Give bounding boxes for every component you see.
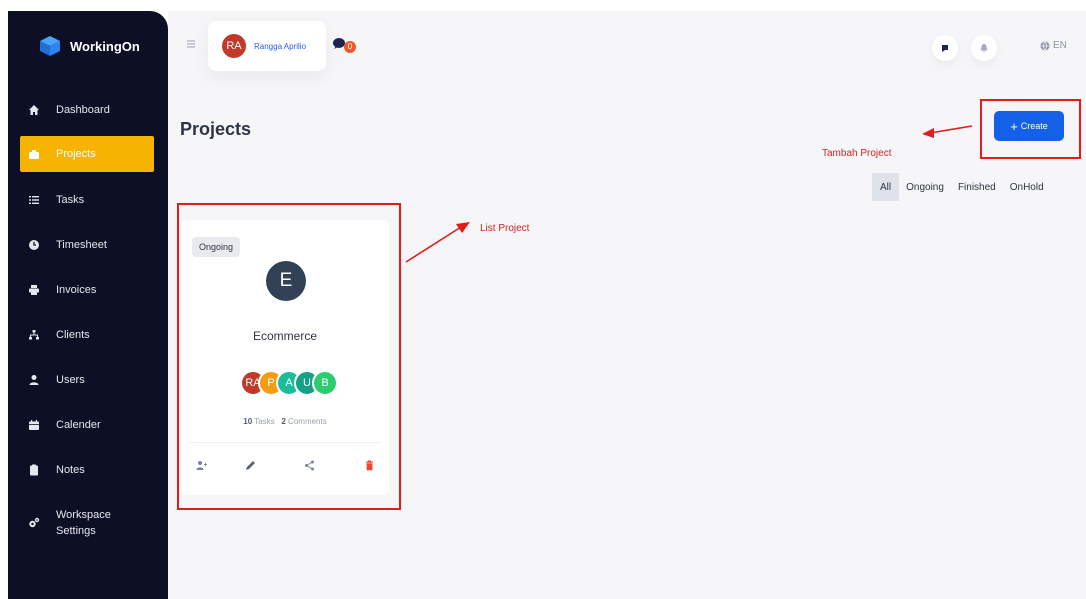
sidebar-item-label: Projects (56, 148, 96, 160)
sidebar-item-label: Dashboard (56, 103, 110, 116)
list-icon (28, 194, 40, 206)
bell-icon (980, 44, 988, 53)
sidebar-item-notes[interactable]: Notes (8, 447, 168, 492)
sidebar-item-label: Notes (56, 463, 85, 476)
hamburger-menu-icon[interactable] (186, 39, 196, 49)
topbar: RA Rangga Aprilio 0 EN (168, 11, 1086, 71)
clock-icon (28, 239, 40, 251)
sidebar-item-label-line1: Workspace (56, 508, 111, 521)
sidebar-item-projects[interactable]: Projects (20, 136, 154, 172)
globe-icon (1040, 40, 1050, 51)
notifications-button[interactable] (971, 35, 997, 61)
chat-indicator[interactable]: 0 (332, 37, 356, 56)
message-icon (942, 45, 948, 52)
sidebar-item-workspace-settings[interactable]: Workspace Settings (8, 492, 168, 554)
sidebar-item-invoices[interactable]: Invoices (8, 267, 168, 312)
sidebar-item-label: Tasks (56, 193, 85, 206)
sidebar-item-tasks[interactable]: Tasks (8, 177, 168, 222)
create-annotation-box (980, 99, 1081, 159)
briefcase-icon (28, 148, 40, 160)
create-annotation-label: Tambah Project (822, 148, 892, 159)
sidebar-nav: Dashboard Projects Tasks Timesheet Invoi… (8, 87, 168, 554)
cube-logo-icon (40, 36, 60, 56)
calendar-icon (28, 419, 40, 431)
sitemap-icon (28, 329, 40, 341)
sidebar-item-clients[interactable]: Clients (8, 312, 168, 357)
clipboard-icon (28, 464, 40, 476)
user-name: Rangga Aprilio (254, 41, 307, 51)
list-annotation-box (177, 203, 401, 510)
sidebar-item-calender[interactable]: Calender (8, 402, 168, 447)
sidebar-item-users[interactable]: Users (8, 357, 168, 402)
printer-icon (28, 284, 40, 296)
language-selector[interactable]: EN (1040, 40, 1067, 51)
user-icon (28, 374, 40, 386)
sidebar-item-label-line2: Settings (56, 525, 96, 537)
chat-count-badge: 0 (344, 40, 356, 53)
filter-tab-finished[interactable]: Finished (951, 173, 1003, 201)
page-title: Projects (180, 119, 252, 139)
project-filter-tabs: All Ongoing Finished OnHold (872, 173, 1051, 201)
language-code: EN (1053, 40, 1067, 51)
list-annotation-label: List Project (480, 223, 530, 234)
user-avatar: RA (222, 34, 246, 58)
home-icon (28, 104, 40, 116)
filter-tab-all[interactable]: All (872, 173, 900, 201)
sidebar-item-timesheet[interactable]: Timesheet (8, 222, 168, 267)
sidebar-item-label: Users (56, 373, 85, 386)
filter-tab-ongoing[interactable]: Ongoing (899, 173, 951, 201)
sidebar-item-label: Workspace Settings (56, 507, 111, 540)
brand[interactable]: WorkingOn (38, 31, 140, 61)
messages-button[interactable] (932, 35, 958, 61)
sidebar-item-label: Calender (56, 418, 101, 431)
sidebar: WorkingOn Dashboard Projects Tasks Times… (8, 11, 168, 599)
sidebar-item-label: Invoices (56, 283, 97, 296)
cogs-icon (28, 517, 40, 529)
brand-name: WorkingOn (70, 38, 140, 54)
sidebar-item-label: Timesheet (56, 238, 107, 251)
sidebar-item-label: Clients (56, 328, 90, 341)
user-chip[interactable]: RA Rangga Aprilio (208, 21, 326, 71)
filter-tab-onhold[interactable]: OnHold (1003, 173, 1051, 201)
sidebar-item-dashboard[interactable]: Dashboard (8, 87, 168, 132)
